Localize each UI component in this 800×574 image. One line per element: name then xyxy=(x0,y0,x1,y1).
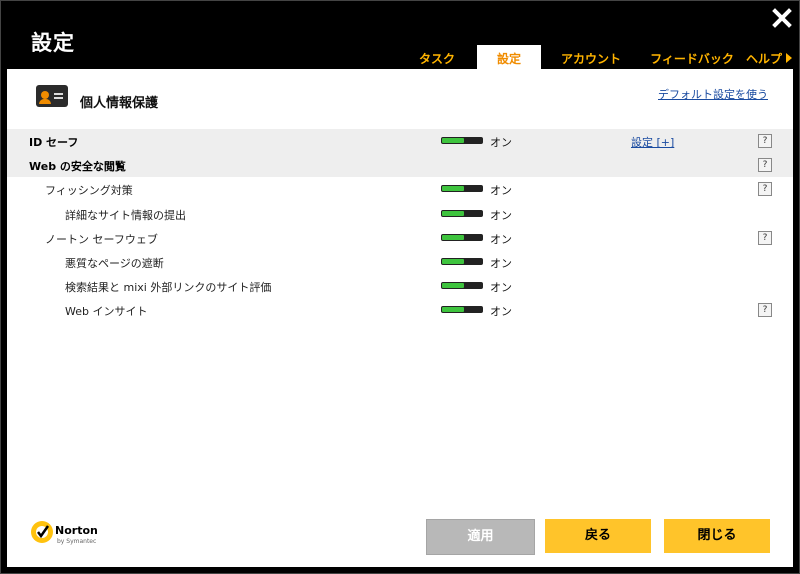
help-icon[interactable]: ? xyxy=(758,230,772,245)
on-off-toggle[interactable] xyxy=(441,137,483,144)
toggle-fill xyxy=(442,210,464,216)
use-defaults-link[interactable]: デフォルト設定を使う xyxy=(658,86,768,102)
tab-help[interactable]: ヘルプ xyxy=(745,45,783,69)
toggle-fill xyxy=(442,186,464,192)
toggle-state-text: オン xyxy=(490,184,512,198)
help-icon[interactable]: ? xyxy=(758,303,772,318)
toggle-fill xyxy=(442,234,464,240)
close-button[interactable]: 閉じる xyxy=(664,519,770,553)
toggle-state-text: オン xyxy=(490,305,512,319)
help-icon[interactable]: ? xyxy=(758,182,772,197)
setting-row: ノートン セーフウェブ オン? xyxy=(7,226,793,250)
toggle-state-text: オン xyxy=(490,208,512,222)
setting-row: Web の安全な閲覧? xyxy=(7,153,793,178)
tab-scroll-right-icon[interactable] xyxy=(786,53,792,63)
setting-row: 悪質なページの遮断 オン xyxy=(7,250,793,274)
setting-label: ノートン セーフウェブ xyxy=(45,232,158,246)
norton-logo: Norton by Symantec xyxy=(31,521,111,551)
tab-bar: タスク 設定 アカウント フィードバック ヘルプ xyxy=(1,45,800,69)
on-off-toggle[interactable] xyxy=(441,258,483,265)
settings-link[interactable]: 設定 [+] xyxy=(631,134,674,150)
close-icon[interactable] xyxy=(771,7,793,29)
setting-row: Web インサイト オン? xyxy=(7,298,793,322)
setting-row: ID セーフ オン 設定 [+]? xyxy=(7,129,793,153)
tab-settings[interactable]: 設定 xyxy=(477,45,541,69)
logo-name: Norton xyxy=(55,524,98,537)
on-off-toggle[interactable] xyxy=(441,233,483,241)
tab-feedback[interactable]: フィードバック xyxy=(646,45,738,69)
help-icon[interactable]: ? xyxy=(758,134,772,148)
settings-window: 設定 タスク 設定 アカウント フィードバック ヘルプ 個人情報保護 デフォルト… xyxy=(0,0,800,574)
id-card-icon xyxy=(36,85,68,107)
toggle-fill xyxy=(442,307,464,313)
on-off-toggle[interactable] xyxy=(441,306,483,314)
toggle-fill xyxy=(442,283,464,289)
setting-label: 詳細なサイト情報の提出 xyxy=(65,208,186,222)
setting-row: フィッシング対策 オン? xyxy=(7,177,793,201)
logo-subtitle: by Symantec xyxy=(57,538,97,545)
section-title: 個人情報保護 xyxy=(80,96,159,111)
apply-button[interactable]: 適用 xyxy=(426,519,535,555)
on-off-toggle[interactable] xyxy=(441,209,483,217)
setting-label: フィッシング対策 xyxy=(45,184,133,198)
on-off-toggle[interactable] xyxy=(441,282,483,290)
back-button[interactable]: 戻る xyxy=(545,519,651,553)
toggle-fill xyxy=(442,259,464,264)
norton-check-icon xyxy=(31,521,53,543)
tab-tasks[interactable]: タスク xyxy=(409,45,465,69)
tab-account[interactable]: アカウント xyxy=(553,45,629,69)
toggle-state-text: オン xyxy=(490,136,512,149)
on-off-toggle[interactable] xyxy=(441,185,483,193)
setting-label: 検索結果と mixi 外部リンクのサイト評価 xyxy=(65,281,272,295)
setting-row: 詳細なサイト情報の提出 オン xyxy=(7,202,793,226)
toggle-fill xyxy=(442,138,464,143)
setting-label: Web の安全な閲覧 xyxy=(29,160,126,174)
help-icon[interactable]: ? xyxy=(758,158,772,173)
setting-label: Web インサイト xyxy=(65,305,148,319)
setting-row: 検索結果と mixi 外部リンクのサイト評価 オン xyxy=(7,274,793,298)
settings-panel: 個人情報保護 デフォルト設定を使う ID セーフ オン 設定 [+]? Web の安全… xyxy=(7,69,793,567)
setting-label: 悪質なページの遮断 xyxy=(65,257,164,270)
toggle-state-text: オン xyxy=(490,257,512,270)
toggle-state-text: オン xyxy=(490,281,512,295)
setting-label: ID セーフ xyxy=(29,136,79,149)
toggle-state-text: オン xyxy=(490,232,512,246)
